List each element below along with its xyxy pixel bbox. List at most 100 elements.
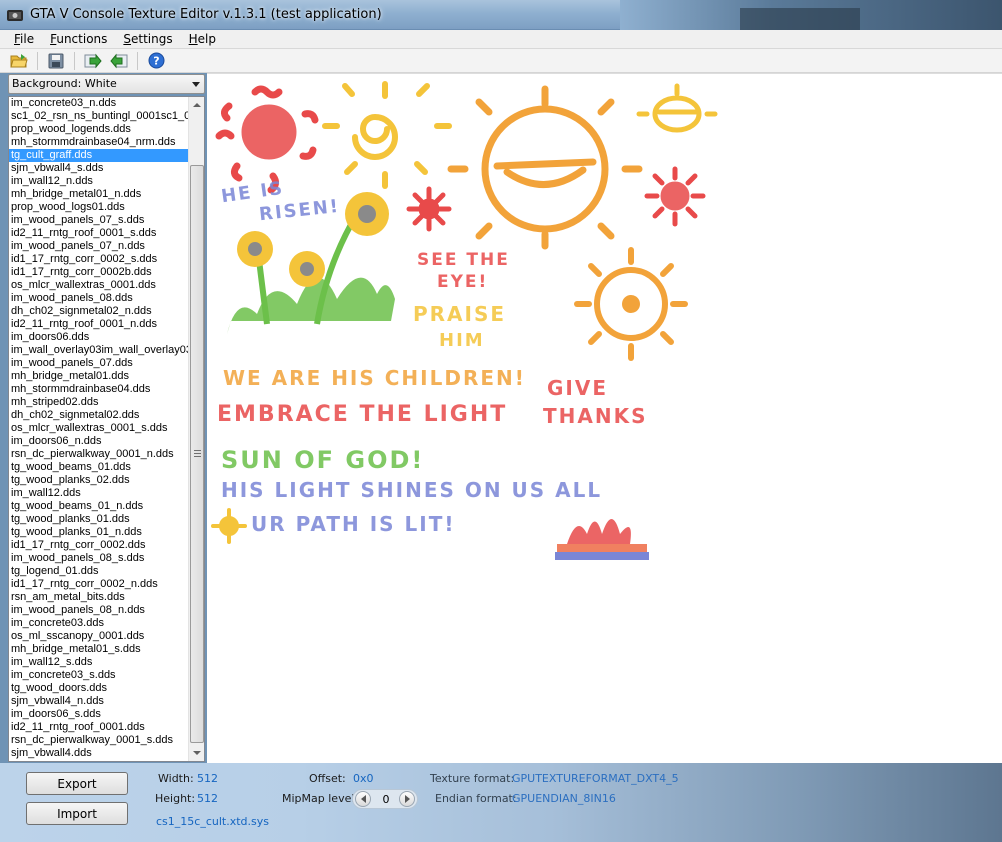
scroll-up-button[interactable] — [189, 97, 204, 113]
background-select[interactable]: Background: White — [8, 74, 205, 94]
file-list-item[interactable]: im_concrete03_s.dds — [9, 669, 189, 682]
file-list-item[interactable]: im_doors06_n.dds — [9, 435, 189, 448]
file-list-item[interactable]: os_mlcr_wallextras_0001_s.dds — [9, 422, 189, 435]
save-button[interactable] — [43, 50, 69, 72]
arrow-right-icon — [404, 795, 410, 803]
file-list-item[interactable]: os_ml_sscanopy_0001.dds — [9, 630, 189, 643]
red-sun-small-drawing — [644, 166, 706, 227]
file-list-item[interactable]: im_wood_panels_08.dds — [9, 292, 189, 305]
eye-sun-drawing — [447, 85, 643, 250]
file-list-item[interactable]: rsn_dc_pierwalkway_0001_n.dds — [9, 448, 189, 461]
file-list-item[interactable]: tg_logend_01.dds — [9, 565, 189, 578]
menu-help[interactable]: Help — [183, 32, 222, 46]
file-list-item[interactable]: tg_wood_doors.dds — [9, 682, 189, 695]
file-list-item[interactable]: im_doors06.dds — [9, 331, 189, 344]
file-list-item[interactable]: id1_17_rntg_corr_0002.dds — [9, 539, 189, 552]
menu-file[interactable]: File — [8, 32, 40, 46]
file-list-item[interactable]: id1_17_rntg_corr_0002_n.dds — [9, 578, 189, 591]
texture-preview: HE IS RISEN! SEE THE EYE! PRAISE HIM WE … — [207, 73, 1002, 763]
arrow-left-icon — [360, 795, 366, 803]
help-icon: ? — [148, 52, 164, 69]
window-title: GTA V Console Texture Editor v.1.3.1 (te… — [30, 7, 382, 22]
graffiti-see-the: SEE THE — [417, 250, 510, 270]
scroll-down-button[interactable] — [189, 745, 204, 761]
file-list-item[interactable]: tg_wood_planks_01.dds — [9, 513, 189, 526]
file-list-item[interactable]: mh_stormmdrainbase04.dds — [9, 383, 189, 396]
yellow-star-drawing — [211, 508, 247, 544]
svg-text:?: ? — [153, 55, 159, 68]
file-list-scrollbar[interactable] — [188, 97, 204, 761]
scroll-thumb[interactable] — [190, 165, 204, 743]
file-list-item[interactable]: tg_cult_graff.dds — [9, 149, 189, 162]
file-list-item[interactable]: mh_bridge_metal01_s.dds — [9, 643, 189, 656]
file-list-item[interactable]: id1_17_rntg_corr_0002_s.dds — [9, 253, 189, 266]
file-list-item[interactable]: im_wall12_n.dds — [9, 175, 189, 188]
file-list-item[interactable]: tg_wood_planks_02.dds — [9, 474, 189, 487]
texture-format-label: Texture format: — [430, 772, 515, 785]
file-list-item[interactable]: tg_wood_beams_01_n.dds — [9, 500, 189, 513]
open-button[interactable] — [6, 50, 32, 72]
file-name: cs1_15c_cult.xtd.sys — [156, 815, 269, 828]
offset-value: 0x0 — [353, 772, 374, 785]
height-value: 512 — [197, 792, 218, 805]
file-list-item[interactable]: mh_bridge_metal01_n.dds — [9, 188, 189, 201]
file-list-item[interactable]: dh_ch02_signmetal02.dds — [9, 409, 189, 422]
graffiti-give: GIVE — [547, 376, 608, 400]
import-texture-button[interactable]: Import — [26, 802, 128, 825]
file-list-item[interactable]: id1_17_rntg_corr_0002b.dds — [9, 266, 189, 279]
toolbar-separator — [37, 51, 38, 70]
toolbar-separator — [137, 51, 138, 70]
small-yellow-sun-drawing — [636, 83, 718, 133]
file-list-item[interactable]: im_wood_panels_08_s.dds — [9, 552, 189, 565]
mipmap-increase-button[interactable] — [399, 791, 415, 807]
red-splash-drawing — [555, 519, 649, 560]
menu-settings[interactable]: Settings — [117, 32, 178, 46]
export-arrow-icon — [84, 53, 102, 68]
mipmap-decrease-button[interactable] — [355, 791, 371, 807]
file-list-item[interactable]: id2_11_rntg_roof_0001_n.dds — [9, 318, 189, 331]
file-list-item[interactable]: tg_wood_planks_01_n.dds — [9, 526, 189, 539]
file-list-item[interactable]: im_concrete03.dds — [9, 617, 189, 630]
file-list-item[interactable]: dh_ch02_signmetal02_n.dds — [9, 305, 189, 318]
orange-sun-drawing — [574, 247, 688, 361]
file-list-item[interactable]: os_mlcr_wallextras_0001.dds — [9, 279, 189, 292]
file-list-item[interactable]: rsn_am_metal_bits.dds — [9, 591, 189, 604]
file-list-item[interactable]: im_wall12_s.dds — [9, 656, 189, 669]
file-list-item[interactable]: sjm_vbwall4_n.dds — [9, 695, 189, 708]
file-list-item[interactable]: tg_wood_beams_01.dds — [9, 461, 189, 474]
menu-functions[interactable]: Functions — [44, 32, 113, 46]
file-list-item[interactable]: rsn_dc_pierwalkway_0001_s.dds — [9, 734, 189, 747]
file-list-item[interactable]: im_wood_panels_07.dds — [9, 357, 189, 370]
file-list-item[interactable]: im_wood_panels_08_n.dds — [9, 604, 189, 617]
app-icon — [7, 10, 23, 21]
file-list-item[interactable]: im_concrete03_n.dds — [9, 97, 189, 110]
red-sun-drawing — [215, 85, 319, 194]
texture-file-list[interactable]: im_concrete03_n.dds sc1_02_rsn_ns_bunting… — [8, 96, 205, 762]
width-label: Width: — [158, 772, 194, 785]
export-texture-button[interactable]: Export — [26, 772, 128, 795]
graffiti-children: WE ARE HIS CHILDREN! — [223, 366, 526, 390]
file-list-item[interactable]: im_doors06_s.dds — [9, 708, 189, 721]
help-button[interactable]: ? — [143, 50, 169, 72]
file-list-item[interactable]: id2_11_rntg_roof_0001_s.dds — [9, 227, 189, 240]
file-list-item[interactable]: mh_bridge_metal01.dds — [9, 370, 189, 383]
file-list-item[interactable]: mh_striped02.dds — [9, 396, 189, 409]
file-list-item[interactable]: id2_11_rntg_roof_0001.dds — [9, 721, 189, 734]
mipmap-stepper[interactable]: 0 — [352, 789, 418, 809]
file-list-item[interactable]: im_wall_overlay03im_wall_overlay03 — [9, 344, 189, 357]
file-list-item[interactable]: im_wood_panels_07_n.dds — [9, 240, 189, 253]
red-star-drawing — [406, 186, 452, 232]
file-list-item[interactable]: im_wall12.dds — [9, 487, 189, 500]
file-list-item[interactable]: im_wood_panels_07_s.dds — [9, 214, 189, 227]
yellow-spiral-sun-drawing — [322, 81, 452, 189]
graffiti-shines: HIS LIGHT SHINES ON US ALL — [221, 478, 603, 502]
file-list-item[interactable]: prop_wood_logs01.dds — [9, 201, 189, 214]
file-list-item[interactable]: sc1_02_rsn_ns_buntingl_0001sc1_0 — [9, 110, 189, 123]
file-list-item[interactable]: sjm_vbwall4_s.dds — [9, 162, 189, 175]
export-button[interactable] — [80, 50, 106, 72]
file-list-item[interactable]: prop_wood_logends.dds — [9, 123, 189, 136]
file-list-item[interactable]: sjm_vbwall4.dds — [9, 747, 189, 760]
import-button[interactable] — [106, 50, 132, 72]
file-list-item[interactable]: mh_stormmdrainbase04_nrm.dds — [9, 136, 189, 149]
graffiti-embrace: EMBRACE THE LIGHT — [217, 402, 508, 427]
